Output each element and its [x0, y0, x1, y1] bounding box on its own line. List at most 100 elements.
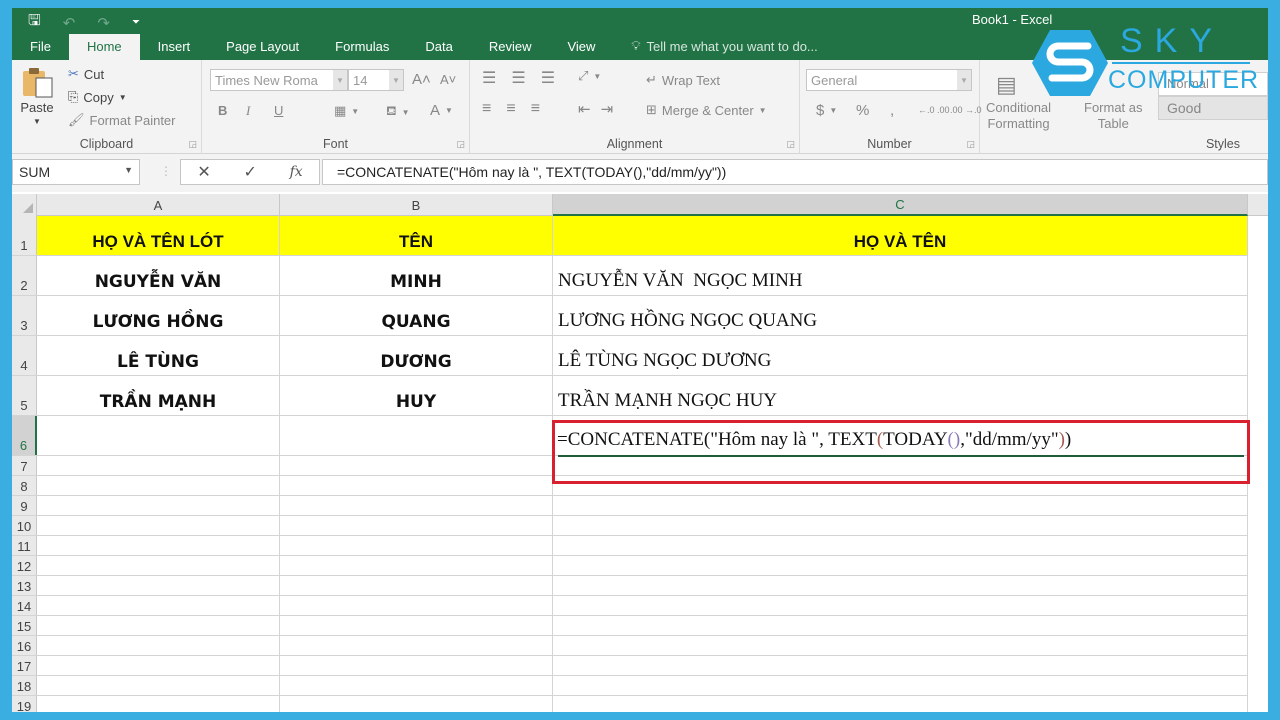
cut-button[interactable]: ✂ Cut — [68, 66, 104, 82]
undo-icon[interactable]: ↶ — [63, 14, 76, 32]
cell[interactable] — [280, 696, 553, 712]
cell-a1[interactable]: HỌ VÀ TÊN LÓT — [37, 216, 280, 255]
tab-home[interactable]: Home — [68, 34, 140, 60]
cell-b3[interactable]: QUANG — [280, 296, 553, 335]
cell[interactable] — [37, 576, 280, 595]
row-header[interactable]: 6 — [12, 416, 37, 455]
save-icon[interactable]: 🖫 — [28, 10, 41, 35]
font-color-button[interactable]: A ▼ — [430, 102, 453, 119]
row-header[interactable]: 5 — [12, 376, 37, 415]
tell-me-box[interactable]: 💡︎ Tell me what you want to do... — [613, 34, 817, 60]
redo-icon[interactable]: ↷ — [97, 14, 110, 32]
conditional-formatting-button[interactable]: Conditional Formatting — [986, 100, 1051, 132]
cell[interactable] — [37, 636, 280, 655]
cell-b5[interactable]: HUY — [280, 376, 553, 415]
row-header[interactable]: 2 — [12, 256, 37, 295]
indent-buttons[interactable]: ⇤ ⇥ — [578, 100, 613, 118]
tab-review[interactable]: Review — [471, 34, 550, 60]
font-name-select[interactable]: Times New Roma ▼ — [210, 69, 348, 91]
row-header[interactable]: 17 — [12, 656, 37, 675]
copy-dropdown-icon[interactable]: ▼ — [119, 93, 127, 102]
decrease-decimal-button[interactable]: .00 →.0 — [950, 105, 982, 115]
increase-decimal-button[interactable]: ←.0 .00 — [918, 105, 950, 115]
cell-c3[interactable]: LƯƠNG HỒNG NGỌC QUANG — [553, 296, 1248, 335]
cell[interactable] — [553, 556, 1248, 575]
cell[interactable] — [37, 616, 280, 635]
cell[interactable] — [280, 576, 553, 595]
cell-a3[interactable]: LƯƠNG HỒNG — [37, 296, 280, 335]
cell-c5[interactable]: TRẦN MẠNH NGỌC HUY — [553, 376, 1248, 415]
cell[interactable] — [553, 656, 1248, 675]
cell-c4[interactable]: LÊ TÙNG NGỌC DƯƠNG — [553, 336, 1248, 375]
percent-button[interactable]: % — [856, 102, 869, 119]
top-align-icon[interactable]: ☰ — [482, 68, 506, 88]
cell-b4[interactable]: DƯƠNG — [280, 336, 553, 375]
chevron-down-icon[interactable]: ▼ — [124, 165, 133, 175]
wrap-text-button[interactable]: ↵ Wrap Text — [646, 72, 720, 88]
italic-button[interactable]: I — [246, 103, 250, 119]
tab-view[interactable]: View — [549, 34, 613, 60]
cell-c2[interactable]: NGUYỄN VĂN NGỌC MINH — [553, 256, 1248, 295]
cell[interactable] — [37, 476, 280, 495]
cell-b1[interactable]: TÊN — [280, 216, 553, 255]
row-header[interactable]: 1 — [12, 216, 37, 255]
cell[interactable] — [280, 536, 553, 555]
comma-button[interactable]: , — [890, 102, 894, 119]
cell[interactable] — [280, 456, 553, 475]
number-format-select[interactable]: General ▼ — [806, 69, 972, 91]
tab-file[interactable]: File — [12, 34, 69, 60]
borders-button[interactable]: ▦ ▼ — [334, 103, 359, 119]
row-header[interactable]: 3 — [12, 296, 37, 335]
bottom-align-icon[interactable]: ☰ — [541, 68, 565, 88]
tab-page-layout[interactable]: Page Layout — [208, 34, 317, 60]
cell[interactable] — [37, 536, 280, 555]
cell[interactable] — [37, 556, 280, 575]
cell-b6[interactable] — [280, 416, 553, 455]
cell-a2[interactable]: NGUYỄN VĂN — [37, 256, 280, 295]
copy-button[interactable]: ⎘ Copy ▼ — [68, 89, 127, 105]
style-good[interactable]: Good — [1158, 96, 1268, 120]
horizontal-align-buttons[interactable]: ≡ ≡ ≡ — [482, 100, 550, 118]
cell[interactable] — [553, 536, 1248, 555]
row-header[interactable]: 7 — [12, 456, 37, 475]
column-header-b[interactable]: B — [280, 194, 553, 216]
column-header-c[interactable]: C — [553, 194, 1248, 216]
row-header[interactable]: 15 — [12, 616, 37, 635]
row-header[interactable]: 19 — [12, 696, 37, 712]
cell[interactable] — [280, 616, 553, 635]
cell[interactable] — [280, 476, 553, 495]
underline-button[interactable]: U — [274, 103, 283, 118]
align-right-icon[interactable]: ≡ — [531, 100, 550, 118]
cell[interactable] — [553, 456, 1248, 475]
insert-function-icon[interactable]: fx — [290, 164, 303, 180]
cell-a6[interactable] — [37, 416, 280, 455]
cell[interactable] — [280, 516, 553, 535]
cell[interactable] — [553, 496, 1248, 515]
cell[interactable] — [553, 576, 1248, 595]
merge-center-button[interactable]: ⊞ Merge & Center ▼ — [646, 102, 767, 118]
row-header[interactable]: 14 — [12, 596, 37, 615]
cell[interactable] — [37, 656, 280, 675]
cell[interactable] — [280, 656, 553, 675]
grow-font-button[interactable]: A˄ — [412, 71, 431, 88]
cell[interactable] — [553, 636, 1248, 655]
tab-insert[interactable]: Insert — [140, 34, 209, 60]
paste-dropdown-icon[interactable]: ▼ — [33, 117, 41, 126]
cell[interactable] — [280, 596, 553, 615]
cell-a4[interactable]: LÊ TÙNG — [37, 336, 280, 375]
column-header-a[interactable]: A — [37, 194, 280, 216]
format-painter-button[interactable]: 🖌︎ Format Painter — [68, 112, 176, 128]
row-header[interactable]: 11 — [12, 536, 37, 555]
decrease-indent-icon[interactable]: ⇤ — [578, 100, 591, 118]
formula-input[interactable]: =CONCATENATE("Hôm nay là ", TEXT(TODAY()… — [322, 159, 1268, 185]
bold-button[interactable]: B — [218, 103, 227, 118]
row-header[interactable]: 9 — [12, 496, 37, 515]
row-header[interactable]: 16 — [12, 636, 37, 655]
cell[interactable] — [37, 676, 280, 695]
name-box[interactable]: SUM ▼ — [12, 159, 140, 185]
row-header[interactable]: 12 — [12, 556, 37, 575]
align-center-icon[interactable]: ≡ — [506, 100, 525, 118]
tab-data[interactable]: Data — [407, 34, 470, 60]
tab-formulas[interactable]: Formulas — [317, 34, 407, 60]
cell-c6-editing[interactable]: =CONCATENATE("Hôm nay là ", TEXT(TODAY()… — [553, 416, 1248, 455]
